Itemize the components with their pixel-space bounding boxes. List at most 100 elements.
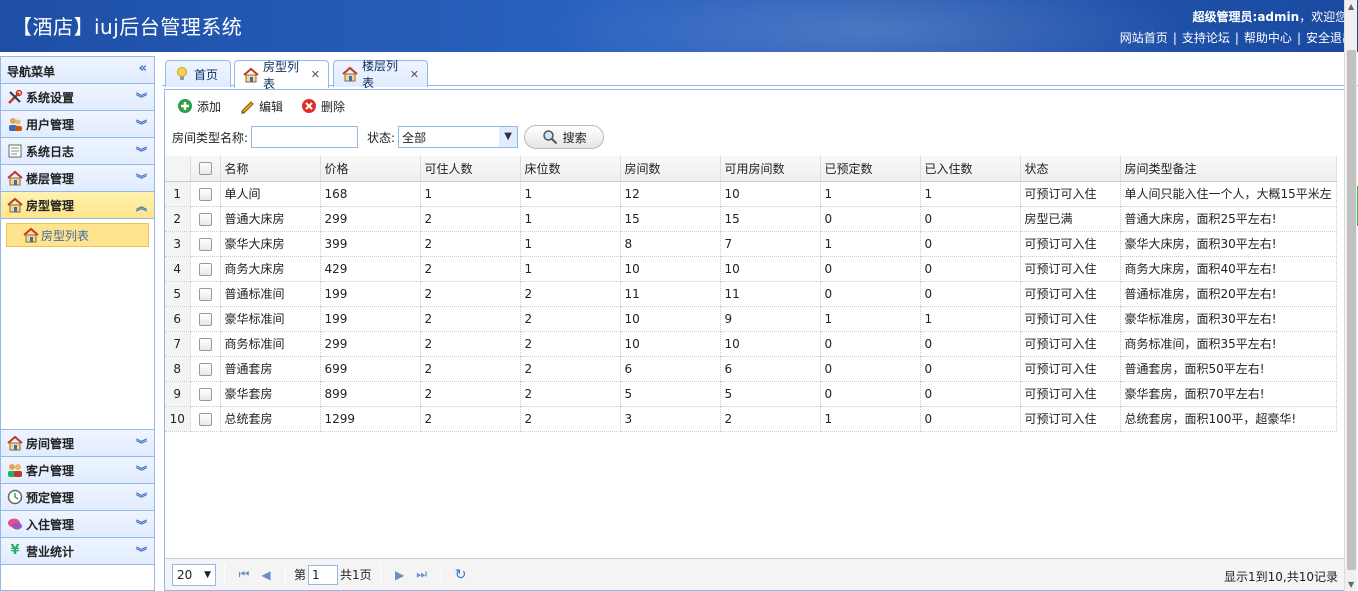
table-row[interactable]: 2 普通大床房 299 2 1 15 15 0 0 房型已满 普通大床房，面积25平左右! [165, 206, 1337, 232]
tab-home[interactable]: 首页 [165, 60, 231, 87]
next-page-icon[interactable]: ▶ [389, 568, 411, 582]
search-button[interactable]: 搜索 [524, 125, 605, 149]
room-type-name-input[interactable] [251, 126, 359, 148]
column-header[interactable]: 可用房间数 [720, 156, 821, 182]
table-row[interactable]: 4 商务大床房 429 2 1 10 10 0 0 可预订可入住 商务大床房，面积40平左右! [165, 256, 1337, 282]
table-row[interactable]: 5 普通标准间 199 2 2 11 11 0 0 可预订可入住 普通标准房，面积20平左右! [165, 281, 1337, 307]
column-header[interactable]: 已入住数 [920, 156, 1021, 182]
table-cell: 1 [820, 306, 921, 332]
row-checkbox[interactable] [190, 181, 221, 207]
table-cell: 单人间 [220, 181, 321, 207]
status-select[interactable]: 全部 ▼ [398, 126, 519, 148]
column-header[interactable]: 房间类型备注 [1120, 156, 1337, 182]
table-cell: 168 [320, 181, 421, 207]
row-checkbox[interactable] [190, 281, 221, 307]
close-icon[interactable]: ✕ [311, 68, 320, 81]
column-header[interactable]: 床位数 [520, 156, 621, 182]
scroll-down-icon[interactable]: ▼ [1348, 580, 1354, 589]
row-checkbox[interactable] [190, 256, 221, 282]
table-cell: 2 [420, 206, 521, 232]
tab-bar: 首页 房型列表 ✕ 楼层列表 ✕ [162, 56, 1358, 91]
table-cell: 11 [620, 281, 721, 307]
table-row[interactable]: 9 豪华套房 899 2 2 5 5 0 0 可预订可入住 豪华套房，面积70平左右! [165, 381, 1337, 407]
table-cell: 1 [520, 231, 621, 257]
sidebar-item-customer-management[interactable]: 客户管理 ︾ [1, 457, 154, 484]
add-button[interactable]: 添加 [177, 98, 221, 115]
room-type-table: 名称 价格 可住人数 床位数 房间数 可用房间数 已预定数 已入住数 状态 房间… [165, 156, 1337, 432]
row-checkbox[interactable] [190, 406, 221, 432]
row-checkbox[interactable] [190, 231, 221, 257]
delete-button[interactable]: 删除 [301, 98, 345, 115]
row-checkbox[interactable] [190, 331, 221, 357]
log-icon [8, 144, 22, 158]
sidebar-item-system-log[interactable]: 系统日志 ︾ [1, 138, 154, 165]
row-checkbox[interactable] [190, 306, 221, 332]
select-all-checkbox[interactable] [190, 156, 221, 182]
table-cell: 0 [920, 231, 1021, 257]
sidebar-item-floor-management[interactable]: 楼层管理 ︾ [1, 165, 154, 192]
table-cell: 2 [420, 406, 521, 432]
scrollbar-thumb[interactable] [1347, 50, 1356, 570]
search-bar: 房间类型名称: 状态: 全部 ▼ 搜索 [165, 122, 1344, 152]
sidebar-item-business-statistics[interactable]: ¥ 营业统计 ︾ [1, 538, 154, 565]
column-header[interactable]: 可住人数 [420, 156, 521, 182]
column-header[interactable]: 已预定数 [820, 156, 921, 182]
column-header[interactable]: 房间数 [620, 156, 721, 182]
prev-page-icon[interactable]: ◀ [255, 568, 277, 582]
page-number-input[interactable]: 1 [308, 564, 339, 585]
table-cell: 2 [520, 406, 621, 432]
last-page-icon[interactable]: ⏭ [411, 567, 433, 582]
chevron-up-icon: ︽ [136, 200, 147, 213]
sidebar-item-room-type-management[interactable]: 房型管理 ︽ [1, 192, 154, 219]
room-type-submenu: 房型列表 [1, 219, 154, 430]
page-size-select[interactable]: 20 ▼ [172, 563, 216, 586]
column-header[interactable]: 状态 [1020, 156, 1121, 182]
submenu-item-room-type-list[interactable]: 房型列表 [6, 223, 149, 247]
table-row[interactable]: 7 商务标准间 299 2 2 10 10 0 0 可预订可入住 商务标准间，面积35平左右! [165, 331, 1337, 357]
tab-floor-list[interactable]: 楼层列表 ✕ [333, 59, 428, 90]
table-row[interactable]: 8 普通套房 699 2 2 6 6 0 0 可预订可入住 普通套房，面积50平左右! [165, 356, 1337, 382]
sidebar-item-label: 用户管理 [26, 117, 75, 132]
search-button-label: 搜索 [562, 130, 587, 145]
link-home[interactable]: 网站首页 [1120, 31, 1168, 45]
sidebar-item-room-management[interactable]: 房间管理 ︾ [1, 430, 154, 457]
sidebar-item-system-settings[interactable]: 系统设置 ︾ [1, 84, 154, 111]
add-label: 添加 [197, 99, 222, 114]
checkbox-box [198, 237, 212, 251]
chevron-down-icon: ︾ [136, 146, 147, 159]
table-row[interactable]: 3 豪华大床房 399 2 1 8 7 1 0 可预订可入住 豪华大床房，面积30平左右! [165, 231, 1337, 257]
table-cell: 豪华大床房，面积30平左右! [1120, 231, 1337, 257]
scroll-up-icon[interactable]: ▲ [1348, 2, 1354, 11]
column-header[interactable]: 价格 [320, 156, 421, 182]
table-cell: 2 [420, 281, 521, 307]
delete-label: 删除 [321, 99, 346, 114]
table-cell: 普通大床房 [220, 206, 321, 232]
row-checkbox[interactable] [190, 381, 221, 407]
column-header[interactable]: 名称 [220, 156, 321, 182]
header-links: 网站首页 | 支持论坛 | 帮助中心 | 安全退出 [1120, 29, 1354, 46]
separator: | [1172, 31, 1177, 45]
tab-label: 楼层列表 [362, 59, 399, 90]
table-cell: 可预订可入住 [1020, 306, 1121, 332]
refresh-icon[interactable]: ↻ [450, 567, 472, 583]
page-scrollbar[interactable]: ▲ ▼ [1344, 0, 1357, 591]
sidebar-item-user-management[interactable]: 用户管理 ︾ [1, 111, 154, 138]
table-row[interactable]: 6 豪华标准间 199 2 2 10 9 1 1 可预订可入住 豪华标准房，面积30平左右! [165, 306, 1337, 332]
table-cell: 8 [620, 231, 721, 257]
checkbox-box [198, 337, 212, 351]
edit-button[interactable]: 编辑 [239, 98, 283, 115]
link-help[interactable]: 帮助中心 [1244, 31, 1292, 45]
sidebar-item-booking-management[interactable]: 预定管理 ︾ [1, 484, 154, 511]
row-checkbox[interactable] [190, 356, 221, 382]
tab-room-type-list[interactable]: 房型列表 ✕ [234, 60, 329, 91]
link-forum[interactable]: 支持论坛 [1182, 31, 1230, 45]
collapse-sidebar-icon[interactable]: « [139, 61, 147, 76]
first-page-icon[interactable]: ⏮ [233, 567, 255, 582]
close-icon[interactable]: ✕ [410, 68, 419, 81]
table-cell: 6 [720, 356, 821, 382]
row-checkbox[interactable] [190, 206, 221, 232]
table-cell: 1 [920, 181, 1021, 207]
table-row[interactable]: 1 单人间 168 1 1 12 10 1 1 可预订可入住 单人间只能入住一个人，大概15平米左 [165, 181, 1337, 207]
sidebar-item-checkin-management[interactable]: 入住管理 ︾ [1, 511, 154, 538]
table-row[interactable]: 10 总统套房 1299 2 2 3 2 1 0 可预订可入住 总统套房，面积100平，超豪华! [165, 406, 1337, 432]
